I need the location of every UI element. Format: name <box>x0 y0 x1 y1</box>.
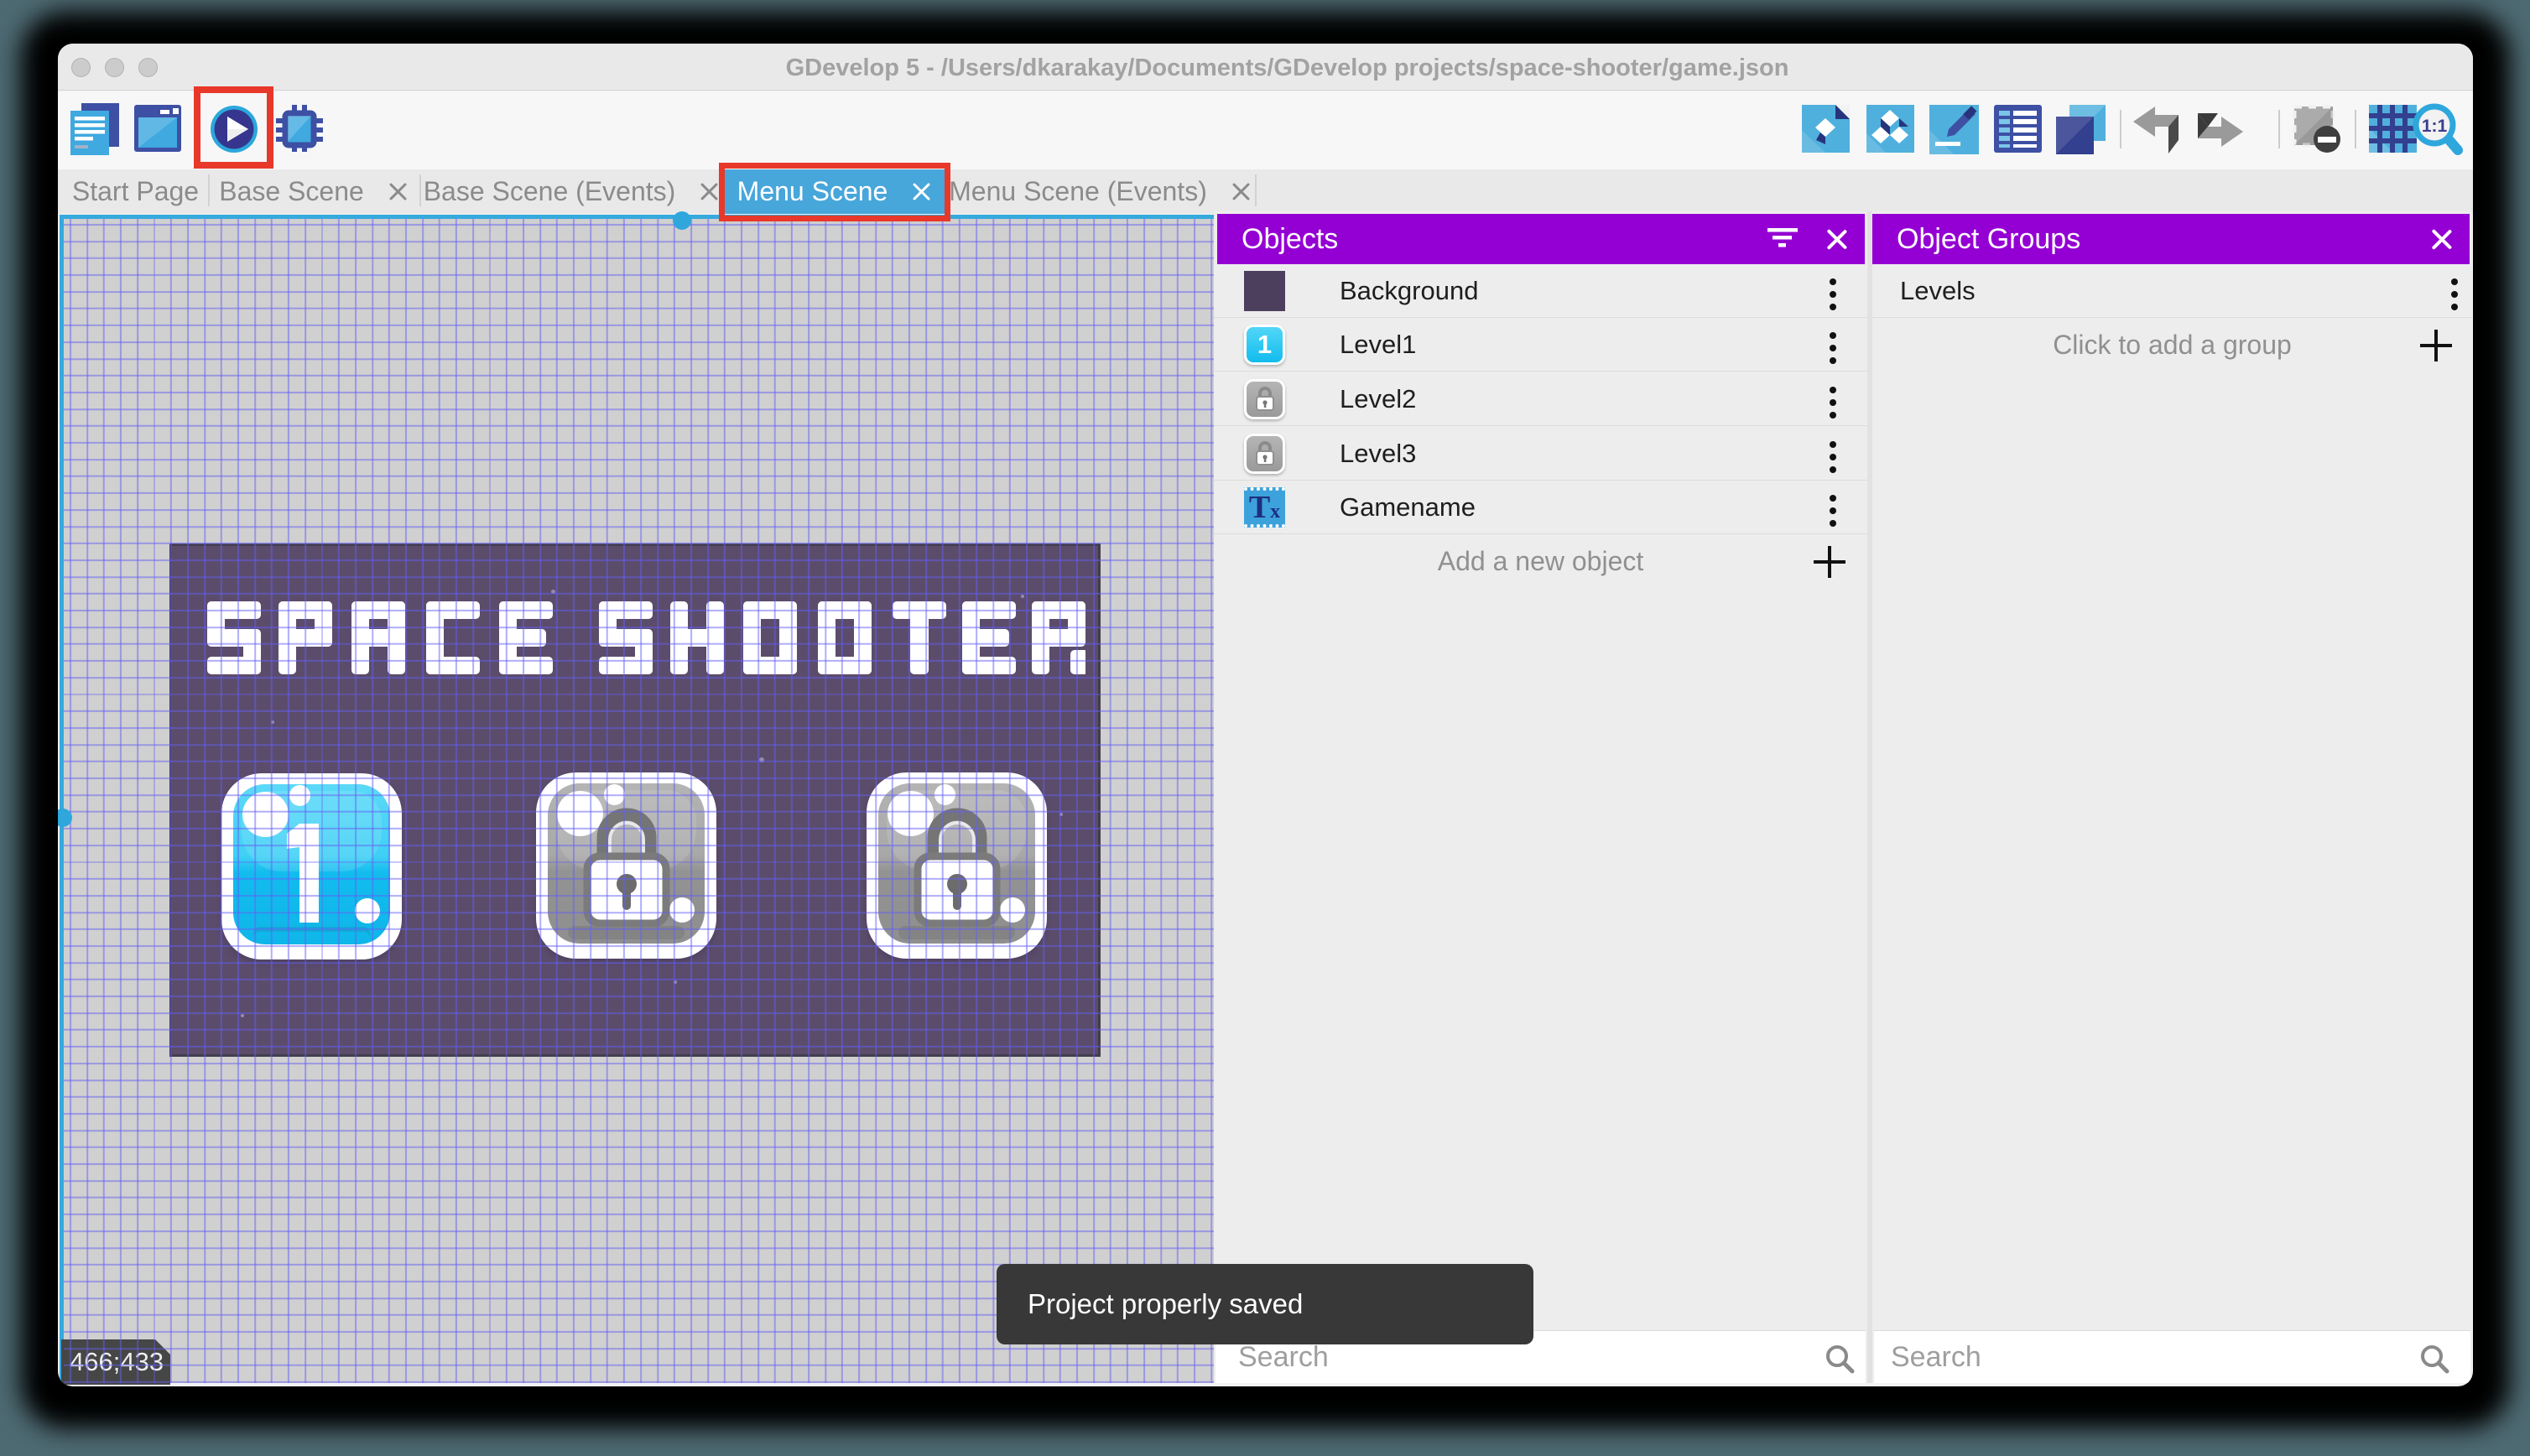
svg-text:1:1: 1:1 <box>2422 117 2448 136</box>
